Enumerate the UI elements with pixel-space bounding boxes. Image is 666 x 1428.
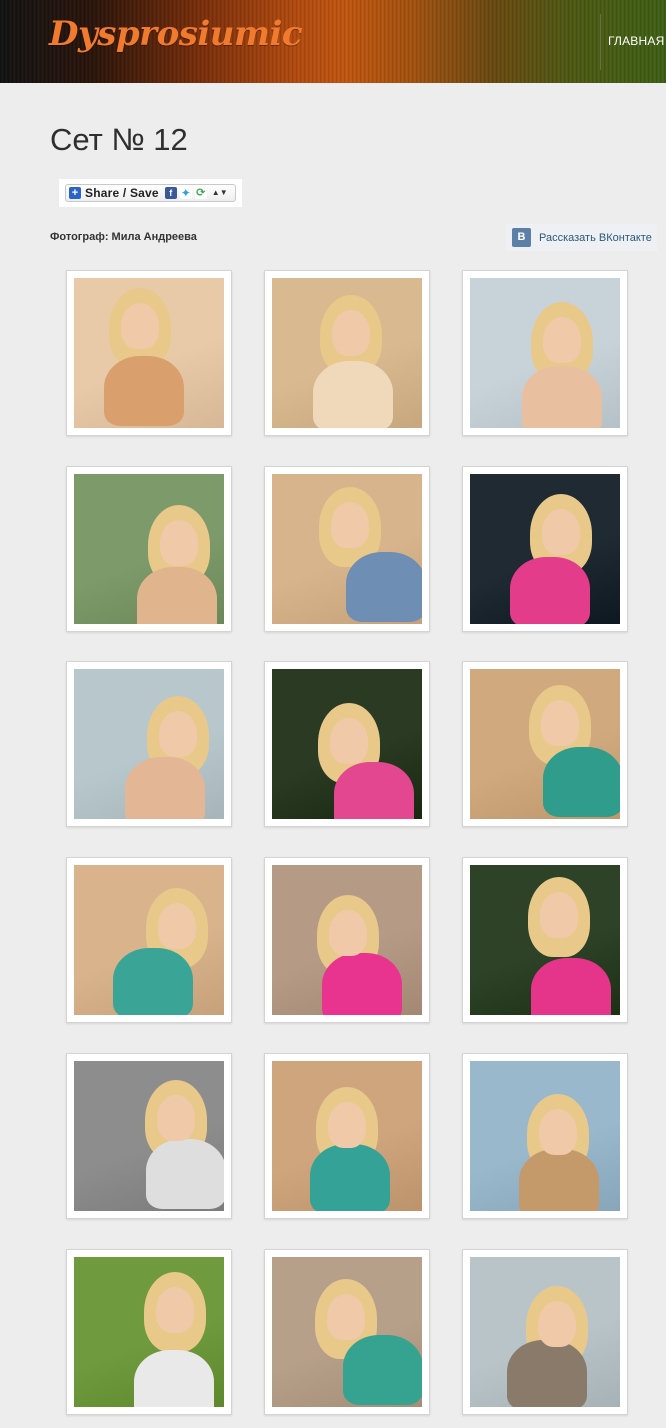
gallery-photo [272, 669, 422, 819]
vk-icon: B [512, 228, 531, 247]
photo-subject-body [322, 953, 402, 1015]
gallery-thumbnail[interactable] [66, 1249, 232, 1415]
gallery-photo [272, 474, 422, 624]
gallery-thumbnail[interactable] [66, 857, 232, 1023]
gallery-photo [272, 1257, 422, 1407]
nav-divider [600, 14, 601, 70]
gallery-thumbnail[interactable] [66, 466, 232, 632]
gallery-thumbnail[interactable] [66, 1053, 232, 1219]
photo-subject-face [331, 502, 369, 548]
photo-subject-face [157, 1095, 195, 1141]
gallery-thumbnail[interactable] [462, 857, 628, 1023]
nav-home-link[interactable]: ГЛАВНАЯ [608, 34, 664, 48]
gallery-thumbnail[interactable] [66, 661, 232, 827]
gallery-thumbnail[interactable] [264, 1249, 430, 1415]
photo-subject-face [159, 711, 197, 757]
page-title: Сет № 12 [50, 122, 188, 157]
gallery-photo [74, 669, 224, 819]
gallery-photo [470, 1257, 620, 1407]
photo-subject-body [531, 958, 611, 1015]
gallery-thumbnail[interactable] [462, 1053, 628, 1219]
photo-subject-body [313, 361, 393, 428]
photo-subject-body [343, 1335, 422, 1405]
share-save-button[interactable]: + Share / Save f ✦ ⟳ ▲▼ [65, 184, 236, 202]
photo-subject-body [522, 366, 602, 428]
gallery-thumbnail[interactable] [462, 466, 628, 632]
photo-subject-body [507, 1340, 587, 1407]
photo-subject-face [541, 700, 579, 746]
photo-subject-face [121, 303, 159, 349]
photo-subject-body [113, 948, 193, 1015]
gallery-photo [74, 278, 224, 428]
gallery-photo [470, 669, 620, 819]
gallery-photo [74, 474, 224, 624]
photo-subject-body [146, 1139, 224, 1209]
photo-subject-face [327, 1294, 365, 1340]
gallery-photo [74, 865, 224, 1015]
caret-icon[interactable]: ▲▼ [212, 187, 228, 199]
gallery-thumbnail[interactable] [66, 270, 232, 436]
photo-subject-face [540, 892, 578, 938]
gallery-photo [470, 474, 620, 624]
gallery-photo [470, 865, 620, 1015]
share-more-icon[interactable]: ⟳ [194, 187, 207, 199]
photo-subject-body [137, 567, 217, 624]
gallery-thumbnail[interactable] [264, 270, 430, 436]
gallery-thumbnail[interactable] [264, 466, 430, 632]
photo-subject-body [134, 1350, 214, 1407]
twitter-icon[interactable]: ✦ [179, 187, 192, 199]
gallery-thumbnail[interactable] [462, 270, 628, 436]
site-logo[interactable]: Dysprosiumic [49, 14, 303, 54]
photo-subject-face [156, 1287, 194, 1333]
gallery-photo [272, 1061, 422, 1211]
facebook-icon[interactable]: f [164, 187, 177, 199]
photo-subject-face [330, 718, 368, 764]
gallery-photo [470, 1061, 620, 1211]
photo-subject-body [104, 356, 184, 426]
gallery-thumbnail[interactable] [462, 661, 628, 827]
gallery-thumbnail[interactable] [264, 857, 430, 1023]
site-header: Dysprosiumic ГЛАВНАЯ [0, 0, 666, 83]
gallery-thumbnail[interactable] [462, 1249, 628, 1415]
photo-subject-face [160, 520, 198, 566]
photo-subject-body [125, 757, 205, 819]
gallery-thumbnail[interactable] [264, 1053, 430, 1219]
share-widget: + Share / Save f ✦ ⟳ ▲▼ [59, 179, 242, 207]
gallery-photo [470, 278, 620, 428]
gallery-thumbnail[interactable] [264, 661, 430, 827]
photo-subject-face [538, 1301, 576, 1347]
photo-subject-body [310, 1144, 390, 1211]
photo-subject-body [346, 552, 422, 622]
photo-subject-body [519, 1149, 599, 1211]
share-save-label: Share / Save [85, 186, 159, 200]
photo-subject-face [332, 310, 370, 356]
photographer-credit: Фотограф: Мила Андреева [50, 231, 197, 243]
plus-icon: + [69, 187, 81, 199]
photo-subject-face [328, 1102, 366, 1148]
photo-subject-face [542, 509, 580, 555]
photo-subject-face [158, 903, 196, 949]
gallery-photo [74, 1061, 224, 1211]
gallery-photo [272, 865, 422, 1015]
vk-share-label: Рассказать ВКонтакте [539, 232, 652, 244]
gallery-photo [74, 1257, 224, 1407]
photo-subject-face [543, 317, 581, 363]
gallery-photo [272, 278, 422, 428]
vk-share-button[interactable]: B Рассказать ВКонтакте [506, 224, 657, 251]
photo-subject-body [543, 747, 620, 817]
photo-subject-face [539, 1109, 577, 1155]
photo-subject-body [510, 557, 590, 624]
photo-subject-face [329, 910, 367, 956]
photo-subject-body [334, 762, 414, 819]
